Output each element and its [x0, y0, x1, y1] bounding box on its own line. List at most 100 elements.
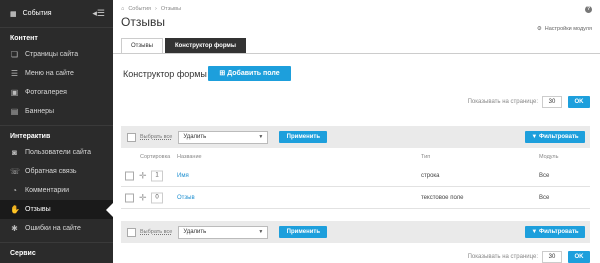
table-header: Сортировка Название Тип Модуль [121, 154, 590, 164]
sidebar-section-content: Контент [10, 35, 38, 42]
column-header-type[interactable]: Тип [421, 154, 430, 160]
module-settings-link[interactable]: ⚙ Настройки модуля [537, 26, 592, 32]
phone-icon: ☏ [10, 167, 21, 176]
tab-reviews[interactable]: Отзывы [121, 38, 163, 53]
sidebar-divider [0, 125, 113, 126]
apply-button[interactable]: Применить [279, 226, 328, 238]
per-page-label: Показывать на странице: [467, 254, 538, 260]
sort-order-input[interactable]: 0 [151, 192, 163, 204]
gallery-icon: ▣ [10, 88, 19, 97]
module-settings-label: Настройки модуля [544, 26, 592, 32]
users-icon: ◙ [12, 148, 17, 157]
field-type: строка [421, 173, 440, 179]
sidebar-item-label: Комментарии [25, 187, 70, 194]
sidebar-item-label: Баннеры [25, 108, 55, 115]
sidebar-item-label: Фотогалерея [25, 89, 67, 96]
sidebar-top-label: События [22, 10, 52, 17]
add-field-button[interactable]: ⊞ Добавить поле [208, 66, 291, 81]
bulk-action-select[interactable]: Удалить ▼ [178, 130, 269, 144]
plus-icon: ⊞ [219, 70, 226, 77]
field-module: Все [539, 195, 550, 201]
bulk-action-value: Удалить [183, 229, 207, 235]
home-icon[interactable]: ⌂ [121, 6, 124, 12]
section-title: Конструктор формы [123, 69, 207, 79]
tabs: Отзывы Конструктор формы [121, 38, 246, 53]
sidebar-item-label: Страницы сайта [25, 51, 79, 58]
drag-handle-icon[interactable]: ✛ [139, 171, 147, 182]
sidebar-item-comments[interactable]: ◔ Комментарии [0, 181, 113, 200]
sidebar-toggle-icon[interactable]: ◂☰ [92, 8, 105, 19]
sidebar: ▦ События ◂☰ Контент ❏ Страницы сайта ☰ … [0, 0, 113, 263]
field-type: текстовое поле [421, 195, 464, 201]
sidebar-item-banners[interactable]: ▤ Баннеры [0, 102, 113, 121]
page-title: Отзывы [121, 15, 165, 29]
sidebar-item-label: Отзывы [25, 206, 51, 213]
help-icon[interactable]: ? [585, 6, 592, 13]
table-row: ✛ 1 Имя строка Все [121, 166, 590, 187]
per-page-ok-button[interactable]: OK [568, 251, 590, 263]
gear-icon: ⚙ [536, 26, 542, 32]
filter-label: Фильтровать [539, 134, 579, 140]
per-page-label: Показывать на странице: [467, 99, 538, 105]
bulk-action-select[interactable]: Удалить ▼ [178, 225, 269, 239]
per-page-ok-button[interactable]: OK [568, 96, 590, 108]
sidebar-item-reviews[interactable]: ✋ Отзывы [0, 200, 113, 219]
thumbs-up-icon: ✋ [10, 205, 20, 214]
field-name-link[interactable]: Имя [177, 173, 189, 179]
sidebar-divider [0, 242, 113, 243]
filter-icon: ▼ [531, 134, 538, 140]
per-page-input[interactable]: 30 [542, 251, 562, 263]
filter-button[interactable]: ▼ Фильтровать [525, 226, 585, 238]
per-page-control-bottom: Показывать на странице: 30 OK [468, 251, 590, 263]
filter-icon: ▼ [531, 229, 538, 235]
row-checkbox[interactable] [125, 193, 134, 203]
add-field-label: Добавить поле [227, 70, 280, 77]
row-checkbox[interactable] [125, 171, 134, 181]
bulk-toolbar-top: Выбрать все Удалить ▼ Применить ▼ Фильтр… [121, 126, 590, 148]
select-all-checkbox[interactable] [127, 227, 136, 237]
per-page-control: Показывать на странице: 30 OK [468, 96, 590, 108]
sidebar-item-menu[interactable]: ☰ Меню на сайте [0, 64, 113, 83]
comment-icon: ◔ [12, 186, 17, 195]
sidebar-item-feedback[interactable]: ☏ Обратная связь [0, 162, 113, 181]
column-header-name[interactable]: Название [177, 154, 202, 160]
filter-label: Фильтровать [539, 229, 579, 235]
sidebar-item-errors[interactable]: ✱ Ошибки на сайте [0, 219, 113, 238]
sidebar-item-label: Обратная связь [25, 168, 77, 175]
apply-button[interactable]: Применить [279, 131, 328, 143]
sidebar-section-service: Сервис [10, 250, 36, 257]
bulk-toolbar-bottom: Выбрать все Удалить ▼ Применить ▼ Фильтр… [121, 221, 590, 243]
sidebar-item-label: Меню на сайте [25, 70, 74, 77]
banner-icon: ▤ [10, 107, 19, 116]
events-icon: ▦ [10, 10, 17, 18]
sidebar-item-gallery[interactable]: ▣ Фотогалерея [0, 83, 113, 102]
per-page-input[interactable]: 30 [542, 96, 562, 108]
field-name-link[interactable]: Отзыв [177, 195, 195, 201]
tab-form-builder[interactable]: Конструктор формы [164, 38, 246, 53]
chevron-down-icon: ▼ [258, 134, 264, 140]
error-icon: ✱ [11, 224, 18, 233]
pages-icon: ❏ [10, 50, 19, 59]
select-all-checkbox[interactable] [127, 132, 136, 142]
sidebar-item-users[interactable]: ◙ Пользователи сайта [0, 143, 113, 162]
tabs-divider [113, 53, 600, 54]
sort-order-input[interactable]: 1 [151, 170, 163, 182]
sidebar-top-item[interactable]: ▦ События ◂☰ [0, 0, 113, 28]
column-header-sort[interactable]: Сортировка [140, 154, 170, 160]
menu-icon: ☰ [10, 69, 19, 78]
sidebar-section-interactive: Интерактив [10, 133, 51, 140]
sidebar-item-pages[interactable]: ❏ Страницы сайта [0, 45, 113, 64]
field-module: Все [539, 173, 550, 179]
sidebar-item-label: Ошибки на сайте [25, 225, 81, 232]
drag-handle-icon[interactable]: ✛ [139, 193, 147, 204]
column-header-module[interactable]: Модуль [539, 154, 559, 160]
breadcrumb-item[interactable]: События [128, 6, 151, 12]
bulk-action-value: Удалить [183, 134, 207, 140]
filter-button[interactable]: ▼ Фильтровать [525, 131, 585, 143]
breadcrumb: ⌂ События › Отзывы [121, 6, 181, 12]
breadcrumb-separator-icon: › [155, 6, 157, 12]
breadcrumb-item: Отзывы [160, 6, 182, 12]
select-all-link[interactable]: Выбрать все [140, 229, 172, 235]
select-all-link[interactable]: Выбрать все [140, 134, 172, 140]
sidebar-item-label: Пользователи сайта [25, 149, 91, 156]
